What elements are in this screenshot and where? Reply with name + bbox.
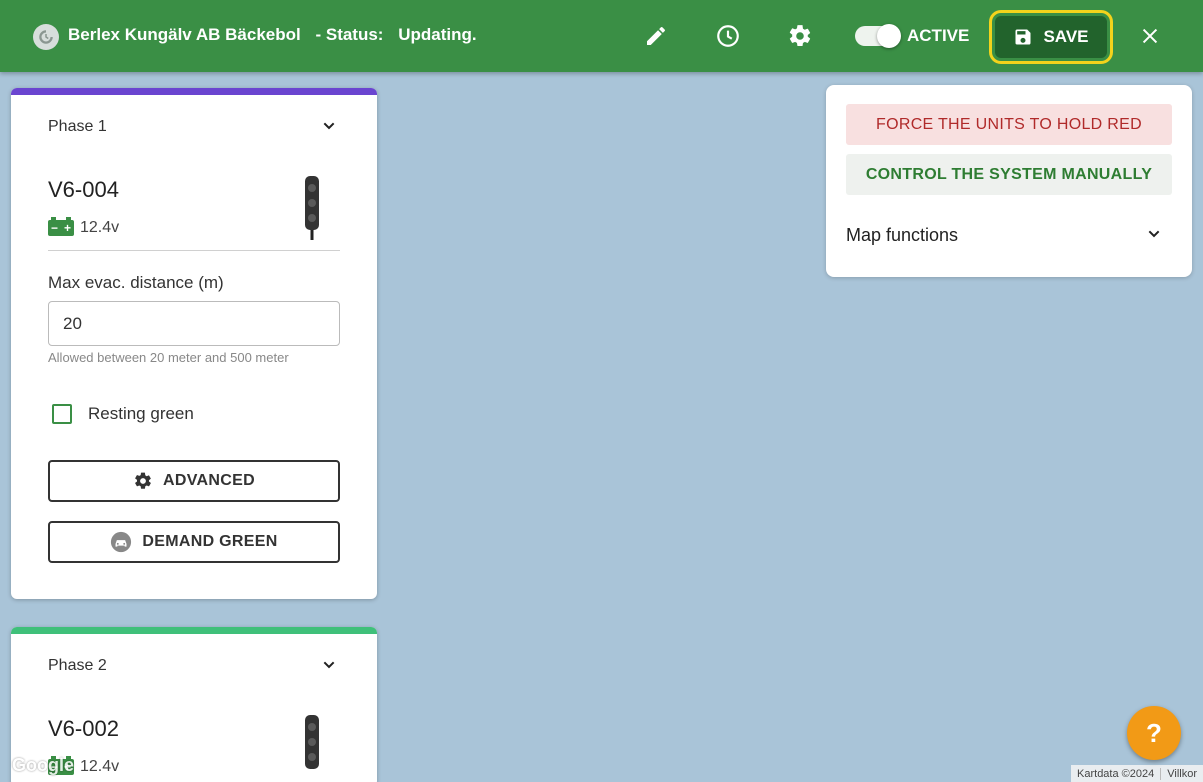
save-button[interactable]: SAVE [995, 16, 1107, 58]
force-hold-red-button[interactable]: FORCE THE UNITS TO HOLD RED [846, 104, 1172, 145]
chevron-down-icon [323, 122, 335, 130]
phase-collapse-button[interactable] [321, 657, 337, 678]
divider [48, 250, 340, 251]
site-name: Berlex Kungälv AB Bäckebol [68, 25, 301, 44]
unit-name: V6-004 [48, 177, 119, 202]
pencil-icon [647, 26, 666, 45]
active-toggle[interactable] [855, 24, 901, 48]
top-app-bar: Berlex Kungälv AB Bäckebol - Status: Upd… [0, 0, 1203, 72]
save-highlight: SAVE [989, 10, 1113, 64]
status-label: - Status: [315, 25, 384, 44]
status-value: Updating. [398, 25, 477, 44]
traffic-light-icon [305, 176, 319, 240]
phase-card-1: Phase 1 V6-004 − + 12.4v Max evac. distan… [11, 88, 377, 599]
chevron-down-icon [323, 661, 335, 669]
close-button[interactable] [1136, 22, 1164, 50]
phase-title: Phase 1 [48, 118, 107, 135]
chevron-down-icon [1148, 230, 1160, 238]
active-label: ACTIVE [907, 26, 970, 45]
battery-icon: − + [48, 217, 74, 236]
phase-accent-bar [11, 88, 377, 95]
settings-button[interactable] [786, 22, 814, 50]
map-terms-link[interactable]: Villkor [1160, 767, 1203, 780]
header-title: Berlex Kungälv AB Bäckebol - Status: Upd… [68, 25, 487, 45]
battery-status: − + 12.4v [48, 217, 120, 237]
advanced-button[interactable]: ADVANCED [48, 460, 340, 502]
clock-icon [717, 25, 739, 47]
evac-distance-hint: Allowed between 20 meter and 500 meter [48, 350, 289, 365]
phase-accent-bar [11, 627, 377, 634]
toggle-knob [877, 24, 901, 48]
resting-green-label: Resting green [88, 404, 194, 423]
phase-collapse-button[interactable] [321, 118, 337, 139]
traffic-light-icon [305, 715, 319, 769]
map-data-credit: Kartdata ©2024 [1077, 767, 1155, 780]
google-logo: Google [12, 755, 74, 775]
brand-logo-icon [33, 24, 59, 50]
map-attribution: Kartdata ©2024 Villkor [1071, 765, 1203, 782]
demand-green-button[interactable]: DEMAND GREEN [48, 521, 340, 563]
phase-title: Phase 2 [48, 657, 107, 674]
control-manually-button[interactable]: CONTROL THE SYSTEM MANUALLY [846, 154, 1172, 195]
gear-icon [135, 472, 151, 489]
save-disk-icon [1015, 29, 1031, 45]
car-icon [111, 531, 132, 553]
help-button[interactable]: ? [1127, 706, 1181, 760]
close-icon [1142, 28, 1158, 44]
map-functions-expand[interactable] [1146, 226, 1162, 247]
evac-distance-input[interactable]: 20 [48, 301, 340, 346]
gear-icon [789, 25, 811, 47]
advanced-label: ADVANCED [163, 472, 255, 489]
save-label: SAVE [1043, 27, 1089, 46]
unit-name: V6-002 [48, 716, 119, 741]
map-functions-label[interactable]: Map functions [846, 225, 958, 246]
resting-green-checkbox[interactable] [52, 404, 72, 424]
history-button[interactable] [714, 22, 742, 50]
battery-voltage: 12.4v [80, 219, 120, 236]
map-actions-panel: FORCE THE UNITS TO HOLD RED CONTROL THE … [826, 85, 1192, 277]
demand-green-label: DEMAND GREEN [142, 533, 278, 550]
evac-distance-label: Max evac. distance (m) [48, 273, 224, 292]
edit-button[interactable] [642, 22, 670, 50]
battery-voltage: 12.4v [80, 758, 120, 775]
